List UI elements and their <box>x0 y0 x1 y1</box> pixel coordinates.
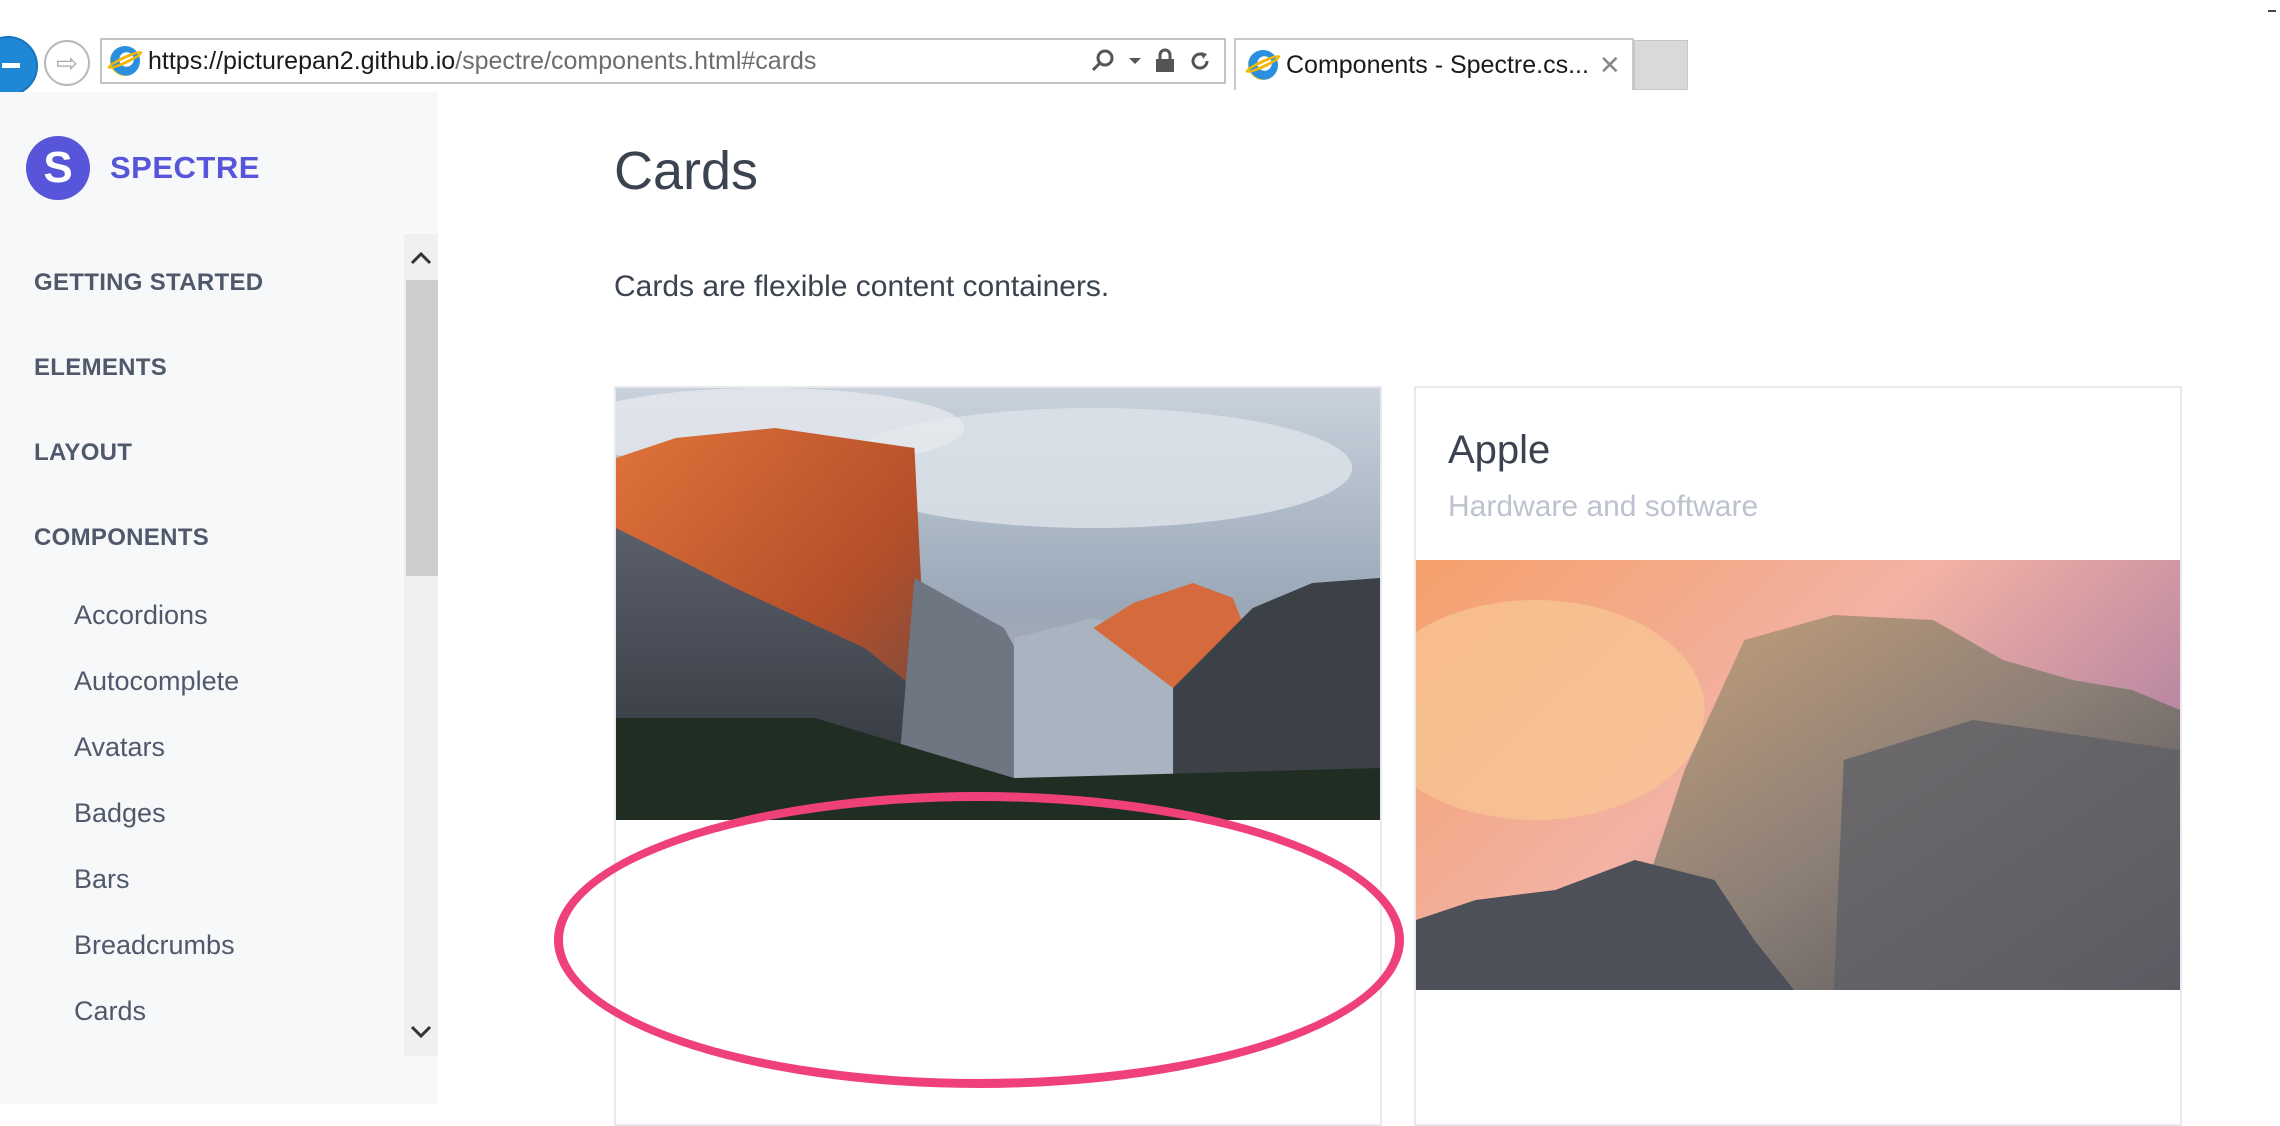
page-description: Cards are flexible content containers. <box>614 270 1110 303</box>
sidebar-item-breadcrumbs[interactable]: Breadcrumbs <box>74 930 235 961</box>
sidebar-scrollbar[interactable] <box>404 234 438 1056</box>
url-text[interactable]: https://picturepan2.github.io/spectre/co… <box>148 47 816 76</box>
sidebar-item-accordions[interactable]: Accordions <box>74 600 208 631</box>
url-host: https://picturepan2.github.io <box>148 46 456 75</box>
close-tab-icon[interactable]: ✕ <box>1599 50 1621 81</box>
card-apple: Apple Hardware and software <box>1414 386 2182 1126</box>
search-icon[interactable] <box>1090 48 1116 74</box>
yosemite-photo <box>1416 560 2180 990</box>
sidebar-item-cards[interactable]: Cards <box>74 996 146 1027</box>
brand[interactable]: S SPECTRE <box>26 136 260 200</box>
page-title: Cards <box>614 141 759 201</box>
browser-tab[interactable]: Components - Spectre.cs... ✕ <box>1234 38 1634 90</box>
dropdown-arrow-icon[interactable] <box>1128 54 1142 68</box>
tab-title: Components - Spectre.cs... <box>1286 50 1589 79</box>
window-minimize-icon[interactable] <box>2268 10 2276 12</box>
url-path: /spectre/components.html#cards <box>455 46 817 75</box>
sidebar-item-autocomplete[interactable]: Autocomplete <box>74 666 239 697</box>
nav-section-getting-started[interactable]: GETTING STARTED <box>34 269 263 297</box>
scroll-up-icon[interactable] <box>404 238 438 278</box>
address-bar[interactable]: https://picturepan2.github.io/spectre/co… <box>100 38 1226 84</box>
card-subtitle: Hardware and software <box>1448 490 1759 523</box>
back-button[interactable] <box>0 36 38 96</box>
nav-section-layout[interactable]: LAYOUT <box>34 439 132 467</box>
card-title: Apple <box>1448 428 1551 472</box>
ie-site-icon <box>110 46 140 76</box>
browser-chrome: ⇨ https://picturepan2.github.io/spectre/… <box>0 0 2280 96</box>
refresh-icon[interactable] <box>1188 49 1212 73</box>
el-capitan-photo <box>616 388 1380 820</box>
forward-button[interactable]: ⇨ <box>44 40 90 86</box>
nav-section-elements[interactable]: ELEMENTS <box>34 354 167 382</box>
scrollbar-thumb[interactable] <box>406 280 438 576</box>
lock-icon[interactable] <box>1154 48 1176 74</box>
sidebar-item-avatars[interactable]: Avatars <box>74 732 165 763</box>
address-bar-icons <box>1090 48 1212 74</box>
brand-name: SPECTRE <box>110 150 260 185</box>
annotation-ellipse <box>554 792 1404 1088</box>
forward-arrow-icon: ⇨ <box>56 47 78 78</box>
sidebar-item-badges[interactable]: Badges <box>74 798 166 829</box>
spectre-logo-icon: S <box>26 136 90 200</box>
new-tab-button[interactable] <box>1634 40 1688 90</box>
scroll-down-icon[interactable] <box>404 1012 438 1052</box>
nav-section-components[interactable]: COMPONENTS <box>34 524 209 552</box>
tab-favicon-icon <box>1248 50 1278 80</box>
brand-logo-letter: S <box>43 143 73 192</box>
sidebar: S SPECTRE GETTING STARTED ELEMENTS LAYOU… <box>0 92 438 1104</box>
sidebar-item-bars[interactable]: Bars <box>74 864 130 895</box>
